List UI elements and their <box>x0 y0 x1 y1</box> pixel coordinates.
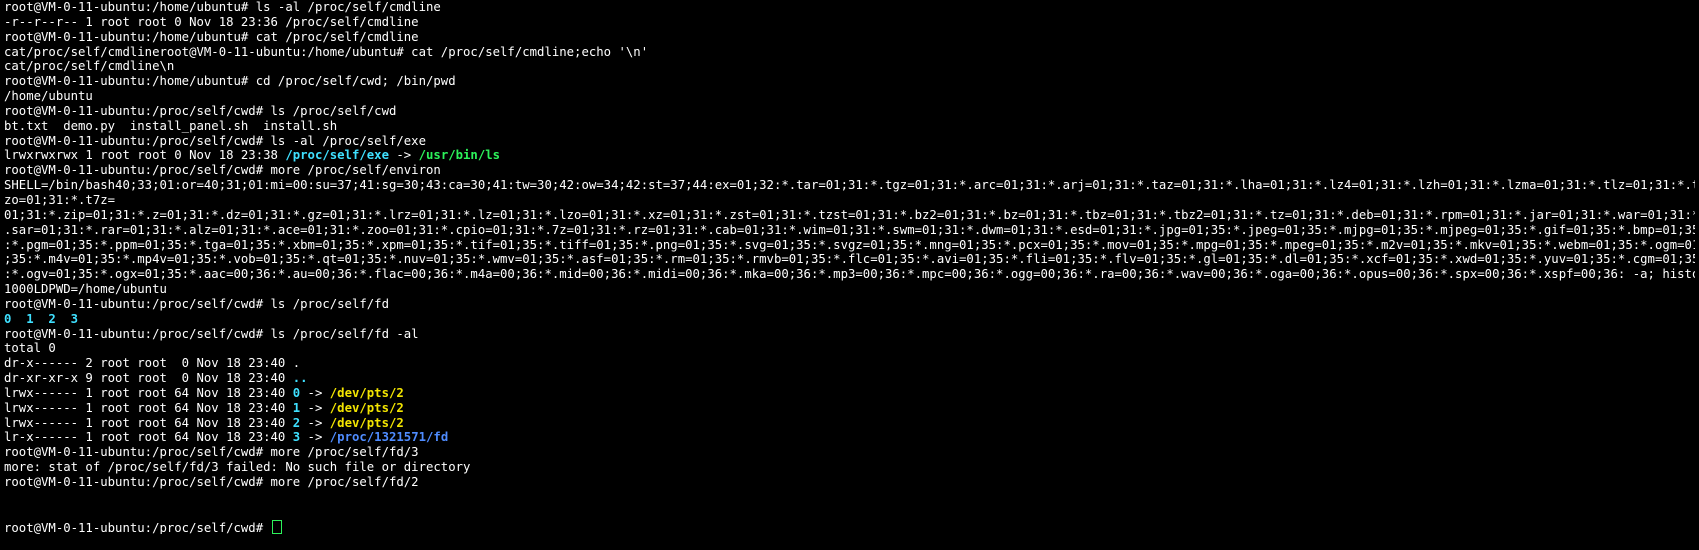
terminal-text: -> <box>300 430 330 445</box>
terminal-line: dr-xr-xr-x 9 root root 0 Nov 18 23:40 .. <box>4 371 1695 386</box>
terminal-line: root@VM-0-11-ubuntu:/proc/self/cwd# more… <box>4 445 1695 460</box>
terminal-text: 01;31:*.zip=01;31:*.z=01;31:*.dz=01;31:*… <box>4 207 1695 222</box>
terminal-line: total 0 <box>4 341 1695 356</box>
terminal-text: :*.ogv=01;35:*.ogx=01;35:*.aac=00;36:*.a… <box>4 267 1695 282</box>
terminal-text: dr-x------ 2 root root 0 Nov 18 23:40 . <box>4 356 301 371</box>
terminal-text: total 0 <box>4 341 56 356</box>
terminal-line: root@VM-0-11-ubuntu:/proc/self/cwd# ls /… <box>4 104 1695 119</box>
terminal-text: -> <box>300 415 330 430</box>
terminal-text: -> <box>388 148 419 163</box>
terminal-text: ;35:*.m4v=01;35:*.mp4v=01;35:*.vob=01;35… <box>4 252 1695 267</box>
terminal-line: root@VM-0-11-ubuntu:/home/ubuntu# ls -al… <box>4 0 1695 15</box>
terminal-line: 01;31:*.zip=01;31:*.z=01;31:*.dz=01;31:*… <box>4 208 1695 223</box>
terminal-line: more: stat of /proc/self/fd/3 failed: No… <box>4 460 1695 475</box>
terminal-text: dr-xr-xr-x 9 root root 0 Nov 18 23:40 <box>4 371 293 386</box>
terminal-line: root@VM-0-11-ubuntu:/proc/self/cwd# ls /… <box>4 327 1695 342</box>
terminal-text: more: stat of /proc/self/fd/3 failed: No… <box>4 460 471 475</box>
terminal-line: :*.ogv=01;35:*.ogx=01;35:*.aac=00;36:*.a… <box>4 267 1695 282</box>
terminal-line: root@VM-0-11-ubuntu:/proc/self/cwd# ls -… <box>4 134 1695 149</box>
terminal-text: /usr/bin/ls <box>418 148 501 163</box>
terminal-line: :*.pgm=01;35:*.ppm=01;35:*.tga=01;35:*.x… <box>4 238 1695 253</box>
terminal-line: zo=01;31:*.t7z= <box>4 193 1695 208</box>
terminal-line: lrwx------ 1 root root 64 Nov 18 23:40 0… <box>4 386 1695 401</box>
terminal-line: root@VM-0-11-ubuntu:/proc/self/cwd# more… <box>4 475 1695 490</box>
terminal-text: root@VM-0-11-ubuntu:/proc/self/cwd# <box>4 520 271 535</box>
terminal-line: 1000LDPWD=/home/ubuntu <box>4 282 1695 297</box>
terminal-line: /home/ubuntu <box>4 89 1695 104</box>
terminal-text: bt.txt demo.py install_panel.sh install.… <box>4 118 338 133</box>
terminal-line: cat/proc/self/cmdline\n <box>4 59 1695 74</box>
terminal-text: /proc/1321571/fd <box>329 430 449 445</box>
text-cursor[interactable] <box>271 519 282 534</box>
terminal-line: root@VM-0-11-ubuntu:/proc/self/cwd# more… <box>4 163 1695 178</box>
terminal-text: cat/proc/self/cmdlineroot@VM-0-11-ubuntu… <box>4 44 649 59</box>
terminal-text: /proc/self/exe <box>285 148 389 163</box>
terminal-text: 1000LDPWD=/home/ubuntu <box>4 282 167 297</box>
terminal-text: zo=01;31:*.t7z= <box>4 192 116 207</box>
terminal-window[interactable]: root@VM-0-11-ubuntu:/home/ubuntu# ls -al… <box>0 0 1699 550</box>
terminal-text: lrwxrwxrwx 1 root root 0 Nov 18 23:38 <box>4 148 286 163</box>
terminal-text: root@VM-0-11-ubuntu:/home/ubuntu# cd /pr… <box>4 74 456 89</box>
terminal-text: .. <box>292 371 308 386</box>
terminal-text: 0 1 2 3 <box>4 311 79 326</box>
terminal-text: root@VM-0-11-ubuntu:/home/ubuntu# ls -al… <box>4 0 441 14</box>
terminal-text: lrwx------ 1 root root 64 Nov 18 23:40 <box>4 400 293 415</box>
terminal-line: root@VM-0-11-ubuntu:/home/ubuntu# cd /pr… <box>4 74 1695 89</box>
terminal-line: ;35:*.m4v=01;35:*.mp4v=01;35:*.vob=01;35… <box>4 252 1695 267</box>
terminal-text: lrwx------ 1 root root 64 Nov 18 23:40 <box>4 385 293 400</box>
terminal-text: /dev/pts/2 <box>329 400 404 415</box>
terminal-line: .sar=01;31:*.rar=01;31:*.alz=01;31:*.ace… <box>4 223 1695 238</box>
terminal-text: -r--r--r-- 1 root root 0 Nov 18 23:36 /p… <box>4 14 419 29</box>
terminal-text: root@VM-0-11-ubuntu:/home/ubuntu# cat /p… <box>4 29 419 44</box>
terminal-line: SHELL=/bin/bash40;33;01:or=40;31;01:mi=0… <box>4 178 1695 193</box>
terminal-text: SHELL=/bin/bash40;33;01:or=40;31;01:mi=0… <box>4 178 1695 193</box>
terminal-text: lrwx------ 1 root root 64 Nov 18 23:40 <box>4 415 293 430</box>
terminal-text: /dev/pts/2 <box>329 415 404 430</box>
terminal-text: -> <box>300 400 330 415</box>
terminal-line: lrwxrwxrwx 1 root root 0 Nov 18 23:38 /p… <box>4 148 1695 163</box>
terminal-line: root@VM-0-11-ubuntu:/proc/self/cwd# <box>4 519 1695 535</box>
terminal-line: -r--r--r-- 1 root root 0 Nov 18 23:36 /p… <box>4 15 1695 30</box>
terminal-line: root@VM-0-11-ubuntu:/home/ubuntu# cat /p… <box>4 30 1695 45</box>
terminal-line: lrwx------ 1 root root 64 Nov 18 23:40 2… <box>4 416 1695 431</box>
terminal-line: root@VM-0-11-ubuntu:/proc/self/cwd# ls /… <box>4 297 1695 312</box>
terminal-line: lrwx------ 1 root root 64 Nov 18 23:40 1… <box>4 401 1695 416</box>
terminal-text: -> <box>300 385 330 400</box>
terminal-line: bt.txt demo.py install_panel.sh install.… <box>4 119 1695 134</box>
terminal-text: root@VM-0-11-ubuntu:/proc/self/cwd# more… <box>4 163 441 178</box>
terminal-text: root@VM-0-11-ubuntu:/proc/self/cwd# more… <box>4 475 419 489</box>
terminal-line: lr-x------ 1 root root 64 Nov 18 23:40 3… <box>4 430 1695 445</box>
terminal-line: dr-x------ 2 root root 0 Nov 18 23:40 . <box>4 356 1695 371</box>
terminal-text: cat/proc/self/cmdline\n <box>4 59 175 74</box>
terminal-text: /home/ubuntu <box>4 89 93 104</box>
terminal-text: root@VM-0-11-ubuntu:/proc/self/cwd# ls /… <box>4 326 419 341</box>
terminal-text: :*.pgm=01;35:*.ppm=01;35:*.tga=01;35:*.x… <box>4 237 1695 252</box>
terminal-text: root@VM-0-11-ubuntu:/proc/self/cwd# more… <box>4 445 419 460</box>
terminal-line: 0 1 2 3 <box>4 312 1695 327</box>
terminal-text: root@VM-0-11-ubuntu:/proc/self/cwd# ls -… <box>4 133 426 148</box>
terminal-text: /dev/pts/2 <box>329 385 404 400</box>
terminal-line: cat/proc/self/cmdlineroot@VM-0-11-ubuntu… <box>4 45 1695 60</box>
terminal-text: .sar=01;31:*.rar=01;31:*.alz=01;31:*.ace… <box>4 222 1695 237</box>
terminal-text: root@VM-0-11-ubuntu:/proc/self/cwd# ls /… <box>4 296 389 311</box>
terminal-text: lr-x------ 1 root root 64 Nov 18 23:40 <box>4 430 293 445</box>
terminal-text: root@VM-0-11-ubuntu:/proc/self/cwd# ls /… <box>4 103 397 118</box>
